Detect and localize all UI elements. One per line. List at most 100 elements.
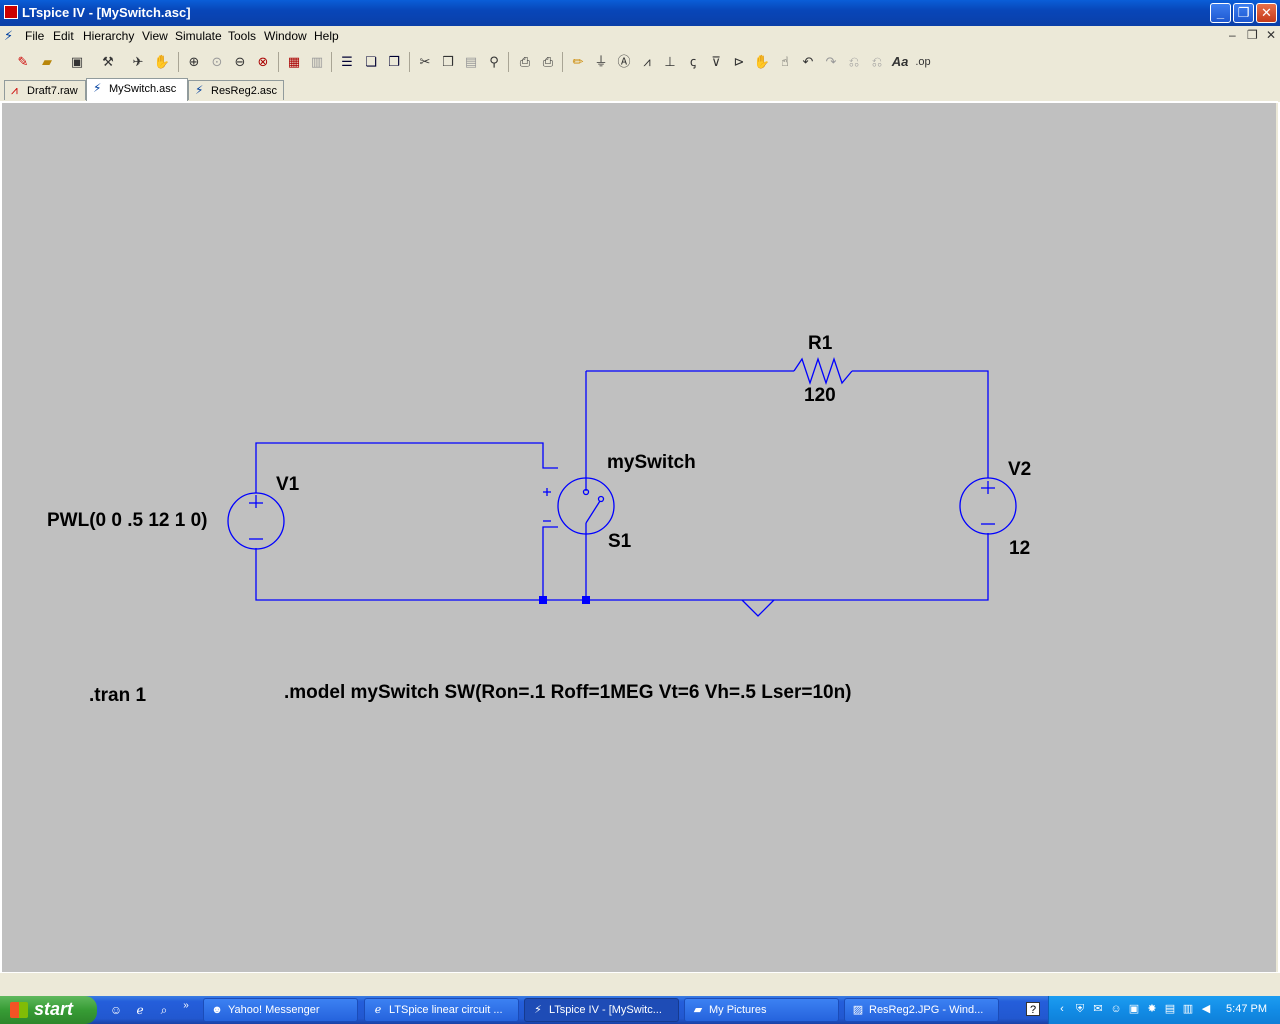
tab-draft7-raw[interactable]: ⩘ Draft7.raw [4, 80, 86, 100]
task-ltspice-myswitch[interactable]: ⚡ LTspice IV - [MySwitc... [524, 998, 679, 1022]
menu-hierarchy[interactable]: Hierarchy [83, 29, 134, 43]
v1-value-label[interactable]: PWL(0 0 .5 12 1 0) [47, 510, 208, 532]
resistor-r1 [793, 356, 853, 386]
r1-name-label[interactable]: R1 [808, 333, 832, 355]
restore-button[interactable]: ❐ [1233, 3, 1254, 23]
search-quicklaunch-icon[interactable]: ⌕ [156, 1002, 172, 1018]
print-icon[interactable]: ⎙ [539, 53, 557, 71]
mail-icon[interactable]: ✉ [1091, 1002, 1105, 1016]
tab-myswitch-asc[interactable]: ⚡ MySwitch.asc [86, 78, 188, 101]
tile-vertical-icon[interactable]: ❐ [385, 53, 403, 71]
save-icon[interactable]: ▣ [68, 53, 86, 71]
undo-icon[interactable]: ↶ [799, 53, 817, 71]
v1-name-label[interactable]: V1 [276, 474, 299, 496]
tab-bar: ⩘ Draft7.raw ⚡ MySwitch.asc ⚡ ResReg2.asc [0, 78, 1280, 102]
new-schematic-icon[interactable]: ✎ [14, 53, 32, 71]
rotate-icon[interactable]: ⎌ [845, 53, 863, 71]
close-button[interactable]: ✕ [1256, 3, 1277, 23]
ie-quicklaunch-icon[interactable]: ℯ [132, 1002, 148, 1018]
open-folder-icon[interactable]: ▰ [38, 53, 56, 71]
v2-value-label[interactable]: 12 [1009, 538, 1030, 560]
capacitor-icon[interactable]: ⊥ [661, 53, 679, 71]
v2-name-label[interactable]: V2 [1008, 459, 1031, 481]
display-icon[interactable]: ▤ [1163, 1002, 1177, 1016]
start-button[interactable]: start [0, 996, 97, 1024]
monitor-icon[interactable]: ▥ [1181, 1002, 1195, 1016]
s1-name-label[interactable]: S1 [608, 531, 631, 553]
diode-icon[interactable]: ⊽ [707, 53, 725, 71]
run-icon[interactable]: ✈ [129, 53, 147, 71]
ground-icon[interactable]: ⏚ [592, 53, 610, 71]
mirror-icon[interactable]: ⎌ [868, 53, 886, 71]
drag-icon[interactable]: ☝ [776, 53, 794, 71]
start-label: start [34, 999, 74, 1019]
messenger-tray-icon[interactable]: ☺ [1109, 1002, 1123, 1016]
task-resreg2-jpg[interactable]: ▨ ResReg2.JPG - Wind... [844, 998, 999, 1022]
text-icon[interactable]: Aa [891, 53, 909, 71]
inductor-icon[interactable]: ꞔ [684, 53, 702, 71]
pan-icon[interactable]: ⊙ [208, 53, 226, 71]
tran-directive[interactable]: .tran 1 [89, 685, 146, 707]
task-label: My Pictures [709, 1004, 767, 1016]
tile-horizontal-icon[interactable]: ☰ [338, 53, 356, 71]
grid-icon[interactable]: ▥ [308, 53, 326, 71]
task-ltspice-circuit-browser[interactable]: ℯ LTSpice linear circuit ... [364, 998, 519, 1022]
zoom-in-icon[interactable]: ⊕ [185, 53, 203, 71]
volume-icon[interactable]: ◀ [1199, 1002, 1213, 1016]
print-preview-icon[interactable]: ⎙ [516, 53, 534, 71]
schematic-canvas[interactable]: R1 120 V1 PWL(0 0 .5 12 1 0) V2 12 mySwi… [2, 103, 1278, 972]
draw-wire-icon[interactable]: ✏ [569, 53, 587, 71]
spice-directive-icon[interactable]: .op [914, 53, 932, 71]
ground-symbol [741, 599, 775, 617]
doc-close-button[interactable]: ✕ [1266, 28, 1276, 42]
minimize-button[interactable]: _ [1210, 3, 1231, 23]
copy-icon[interactable]: ❒ [439, 53, 457, 71]
menu-view[interactable]: View [142, 29, 168, 43]
s1-model-label[interactable]: mySwitch [607, 452, 696, 474]
cascade-icon[interactable]: ❏ [362, 53, 380, 71]
document-system-icon[interactable]: ⚡ [4, 29, 18, 43]
label-net-icon[interactable]: Ⓐ [615, 53, 633, 71]
task-yahoo-messenger[interactable]: ☻ Yahoo! Messenger [203, 998, 358, 1022]
zoom-out-icon[interactable]: ⊖ [231, 53, 249, 71]
find-icon[interactable]: ⚲ [485, 53, 503, 71]
cut-icon[interactable]: ✂ [416, 53, 434, 71]
component-icon[interactable]: ⊳ [730, 53, 748, 71]
security-shield-icon[interactable]: ⛨ [1073, 1002, 1087, 1016]
control-panel-icon[interactable]: ⚒ [99, 53, 117, 71]
tray-collapse-icon[interactable]: ‹ [1055, 1002, 1069, 1016]
halt-icon[interactable]: ✋ [153, 53, 171, 71]
title-bar: LTspice IV - [MySwitch.asc] _ ❐ ✕ [0, 0, 1280, 26]
resistor-icon[interactable]: ⩘ [638, 53, 656, 71]
menu-simulate[interactable]: Simulate [175, 29, 222, 43]
menu-help[interactable]: Help [314, 29, 339, 43]
paste-icon[interactable]: ▤ [462, 53, 480, 71]
help-icon[interactable]: ? [1026, 1002, 1040, 1016]
zoom-fit-icon[interactable]: ⊗ [254, 53, 272, 71]
r1-value-label[interactable]: 120 [804, 385, 836, 407]
messenger-quicklaunch-icon[interactable]: ☺ [108, 1002, 124, 1018]
ltspice-app-icon[interactable] [4, 5, 18, 19]
clock[interactable]: 5:47 PM [1226, 1003, 1267, 1015]
menu-edit[interactable]: Edit [53, 29, 74, 43]
status-bar [0, 972, 1280, 997]
model-directive[interactable]: .model mySwitch SW(Ron=.1 Roff=1MEG Vt=6… [284, 682, 852, 704]
ie-icon: ℯ [374, 1004, 382, 1016]
system-tray: ‹ ⛨ ✉ ☺ ▣ ✸ ▤ ▥ ◀ 5:47 PM [1048, 996, 1280, 1024]
schematic-icon: ⚡ [195, 83, 204, 97]
autorange-icon[interactable]: ▦ [285, 53, 303, 71]
doc-restore-button[interactable]: ❐ [1247, 28, 1258, 42]
antivirus-icon[interactable]: ✸ [1145, 1002, 1159, 1016]
more-quicklaunch-icon[interactable]: » [178, 998, 194, 1014]
menu-file[interactable]: File [25, 29, 44, 43]
redo-icon[interactable]: ↷ [822, 53, 840, 71]
doc-minimize-button[interactable]: – [1229, 28, 1236, 42]
menu-window[interactable]: Window [264, 29, 307, 43]
tab-resreg2-asc[interactable]: ⚡ ResReg2.asc [188, 80, 284, 100]
junction-dot [582, 596, 590, 604]
menu-tools[interactable]: Tools [228, 29, 256, 43]
move-icon[interactable]: ✋ [753, 53, 771, 71]
task-my-pictures[interactable]: ▰ My Pictures [684, 998, 839, 1022]
network-icon[interactable]: ▣ [1127, 1002, 1141, 1016]
wire-ctrl-neg [542, 526, 558, 600]
